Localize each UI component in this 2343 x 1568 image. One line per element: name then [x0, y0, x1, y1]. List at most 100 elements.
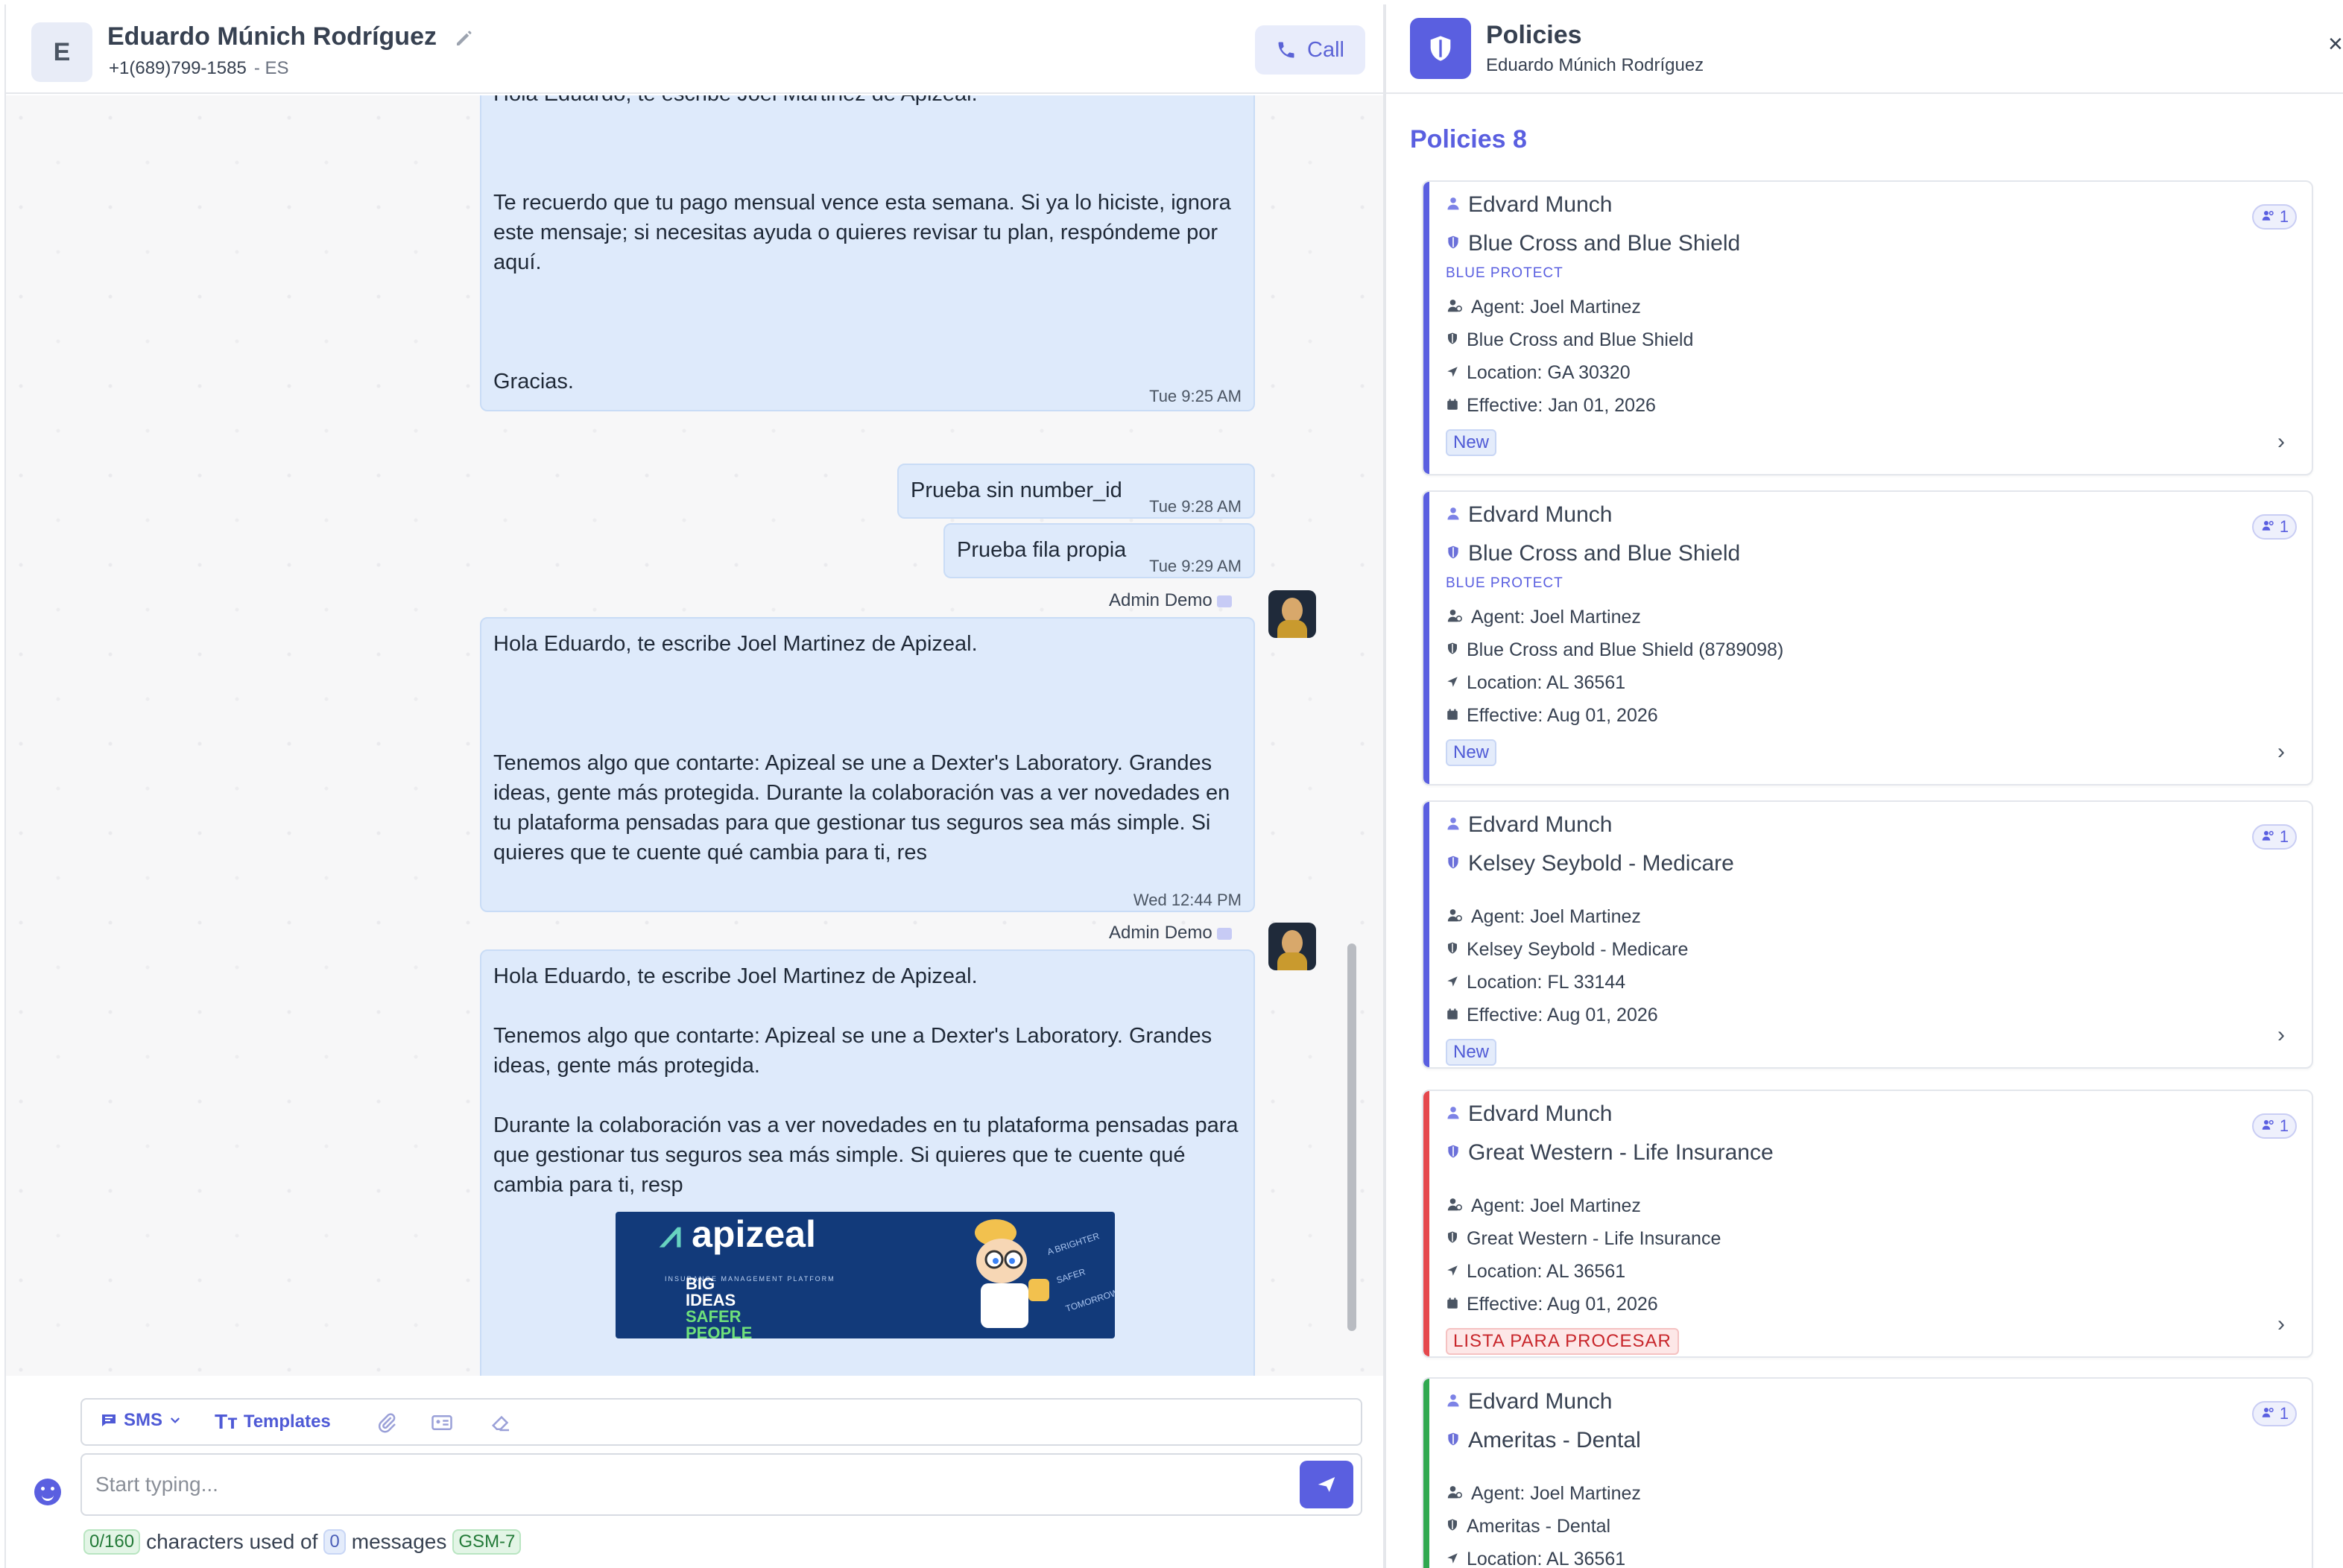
message-bubble: Prueba fila propia Tue 9:29 AM	[943, 523, 1255, 578]
message-time: Tue 9:29 AM	[1149, 557, 1242, 575]
send-button[interactable]	[1300, 1461, 1353, 1508]
policy-carrier: Kelsey Seybold - Medicare	[1446, 851, 1734, 876]
user-icon	[1446, 1389, 1461, 1414]
members-chip[interactable]: 1	[2252, 514, 2297, 540]
banner-headline: BIG IDEAS SAFER PEOPLE	[686, 1276, 752, 1339]
message-thread[interactable]: Hola Eduardo, te escribe Joel Martinez d…	[6, 95, 1385, 1376]
chevron-right-icon[interactable]: ›	[2277, 429, 2285, 455]
policy-status-badge: LISTA PARA PROCESAR	[1446, 1328, 1679, 1355]
policies-title: Policies	[1486, 21, 1582, 49]
holder-name: Edvard Munch	[1468, 502, 1613, 527]
eraser-icon[interactable]	[490, 1411, 513, 1434]
chevron-right-icon[interactable]: ›	[2277, 739, 2285, 765]
shield-icon	[1446, 939, 1459, 961]
message-sender: Admin Demo	[1109, 923, 1232, 943]
members-chip[interactable]: 1	[2252, 824, 2297, 850]
holder-name: Edvard Munch	[1468, 812, 1613, 837]
people-icon	[2260, 1116, 2277, 1136]
calendar-icon	[1446, 1294, 1459, 1315]
policies-count: Policies 8	[1410, 125, 1527, 154]
templates-button[interactable]: Tт Templates	[215, 1410, 331, 1434]
members-chip[interactable]: 1	[2252, 1401, 2297, 1426]
close-icon[interactable]: ×	[2328, 30, 2343, 59]
phone-number: +1(689)799-1585	[109, 58, 247, 78]
policy-carrier-line: Ameritas - Dental	[1446, 1516, 1610, 1537]
message-text: Prueba fila propia	[957, 538, 1127, 562]
people-icon	[2260, 517, 2277, 537]
text-format-icon: Tт	[215, 1410, 238, 1433]
members-count: 1	[2279, 517, 2289, 536]
effective-text: Effective: Aug 01, 2026	[1467, 705, 1658, 726]
message-time: Tue 9:25 AM	[1149, 387, 1242, 405]
policy-effective: Effective: Aug 01, 2026	[1446, 705, 1658, 727]
location-arrow-icon	[1446, 1549, 1459, 1568]
policy-holder: Edvard Munch	[1446, 1101, 1612, 1127]
members-count: 1	[2279, 207, 2289, 226]
message-text: Prueba sin number_id	[911, 478, 1122, 502]
chevron-right-icon[interactable]: ›	[2277, 1312, 2285, 1337]
carrier-text: Great Western - Life Insurance	[1467, 1228, 1721, 1249]
channel-select[interactable]: SMS	[100, 1410, 182, 1431]
carrier-name: Blue Cross and Blue Shield	[1468, 541, 1741, 566]
members-count: 1	[2279, 1404, 2289, 1423]
policy-carrier: Blue Cross and Blue Shield	[1446, 231, 1740, 256]
location-arrow-icon	[1446, 672, 1459, 694]
edit-pencil-icon[interactable]	[453, 27, 475, 49]
policy-card[interactable]: Edvard Munch Kelsey Seybold - Medicare Age…	[1422, 800, 2313, 1069]
policy-card[interactable]: Edvard Munch Great Western - Life Insuran…	[1422, 1090, 2313, 1358]
channel-label: SMS	[124, 1410, 163, 1430]
templates-label: Templates	[243, 1411, 331, 1432]
policy-agent: Agent: Joel Martinez	[1446, 906, 1641, 928]
agent-text: Agent: Joel Martinez	[1471, 906, 1641, 927]
message-sender: Admin Demo	[1109, 590, 1232, 611]
logo-mark-icon: ⩘	[660, 1213, 682, 1255]
banner-line: IDEAS	[686, 1291, 736, 1309]
message-text: Te recuerdo que tu pago mensual vence es…	[493, 191, 1231, 393]
carrier-text: Blue Cross and Blue Shield (8789098)	[1467, 639, 1784, 660]
message-text: Hola Eduardo, te escribe Joel Martinez d…	[493, 632, 1230, 864]
char-count: 0/160	[83, 1529, 141, 1555]
composer-toolbar: SMS Tт Templates	[80, 1398, 1362, 1446]
members-chip[interactable]: 1	[2252, 1113, 2297, 1139]
contact-card-icon[interactable]	[431, 1411, 453, 1434]
agent-text: Agent: Joel Martinez	[1471, 607, 1641, 627]
user-icon	[1446, 502, 1461, 528]
effective-text: Effective: Jan 01, 2026	[1467, 395, 1656, 416]
chevron-right-icon[interactable]: ›	[2277, 1022, 2285, 1048]
policy-agent: Agent: Joel Martinez	[1446, 1483, 1641, 1505]
calendar-icon	[1446, 1005, 1459, 1026]
emoji-icon[interactable]	[34, 1479, 61, 1505]
message-image[interactable]: ⩘ apizeal INSURANCE MANAGEMENT PLATFORM …	[616, 1212, 1115, 1338]
policy-card[interactable]: Edvard Munch Blue Cross and Blue Shield BL…	[1422, 180, 2313, 475]
carrier-name: Ameritas - Dental	[1468, 1428, 1641, 1452]
members-count: 1	[2279, 827, 2289, 846]
call-button[interactable]: Call	[1255, 25, 1365, 75]
policy-agent: Agent: Joel Martinez	[1446, 607, 1641, 628]
policy-card[interactable]: Edvard Munch Ameritas - Dental Agent: Joel…	[1422, 1377, 2313, 1568]
messages-text: messages	[351, 1530, 447, 1553]
thread-scrollbar[interactable]	[1347, 943, 1356, 1331]
location-text: Location: AL 36561	[1467, 1549, 1626, 1568]
shield-icon	[1446, 1228, 1459, 1250]
holder-name: Edvard Munch	[1468, 1101, 1613, 1126]
policy-card[interactable]: Edvard Munch Blue Cross and Blue Shield BL…	[1422, 490, 2313, 785]
members-chip[interactable]: 1	[2252, 204, 2297, 230]
agent-text: Agent: Joel Martinez	[1471, 1195, 1641, 1216]
policy-holder: Edvard Munch	[1446, 812, 1612, 838]
message-input[interactable]	[95, 1468, 1258, 1501]
policy-product: BLUE PROTECT	[1446, 575, 1563, 591]
chat-panel: E Eduardo Múnich Rodríguez +1(689)799-15…	[4, 4, 1385, 1568]
location-arrow-icon	[1446, 972, 1459, 993]
sender-name: Admin Demo	[1109, 590, 1212, 610]
agent-avatar	[1268, 923, 1316, 970]
policy-effective: Effective: Aug 01, 2026	[1446, 1294, 1658, 1315]
send-icon	[1318, 1477, 1335, 1492]
banner-logo-text: apizeal	[692, 1213, 816, 1255]
agent-icon	[1446, 1483, 1464, 1505]
shield-icon	[1410, 18, 1471, 79]
attachment-icon[interactable]	[376, 1411, 398, 1434]
location-text: Location: GA 30320	[1467, 362, 1631, 383]
shield-icon	[1446, 1428, 1461, 1453]
policy-status-badge: New	[1446, 429, 1497, 456]
message-composer: SMS Tт Templates 0/160 characters used o…	[6, 1376, 1385, 1568]
